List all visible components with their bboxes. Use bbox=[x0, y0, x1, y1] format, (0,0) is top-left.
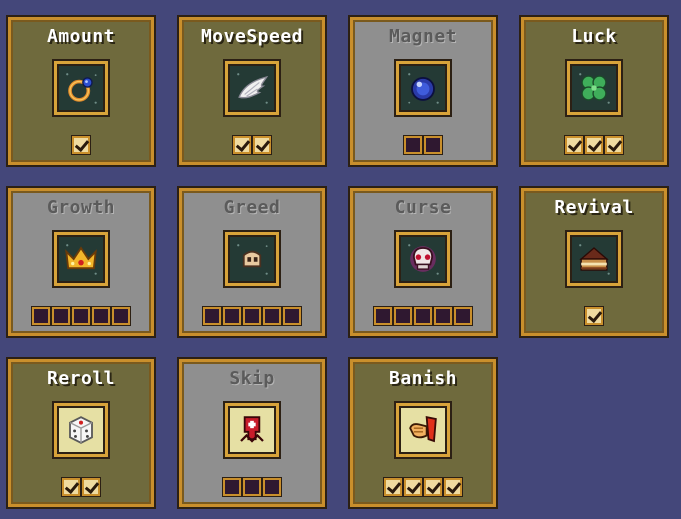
rank-box-empty bbox=[453, 306, 473, 326]
rank-box-empty bbox=[262, 306, 282, 326]
icon-frame bbox=[394, 401, 452, 459]
rank-boxes bbox=[11, 306, 151, 326]
dice-icon bbox=[69, 416, 93, 444]
rank-box-checked bbox=[252, 135, 272, 155]
rank-box-empty bbox=[393, 306, 413, 326]
rank-boxes bbox=[182, 135, 322, 155]
rank-box-checked bbox=[81, 477, 101, 497]
wing-icon bbox=[237, 73, 269, 104]
rank-box-checked bbox=[232, 135, 252, 155]
rank-box-empty bbox=[373, 306, 393, 326]
card-title: Luck bbox=[571, 26, 617, 47]
rank-box-checked bbox=[584, 135, 604, 155]
rank-box-empty bbox=[423, 135, 443, 155]
rank-boxes bbox=[353, 135, 493, 155]
rank-box-checked bbox=[584, 306, 604, 326]
icon-frame bbox=[52, 401, 110, 459]
rank-box-empty bbox=[262, 477, 282, 497]
orb-icon bbox=[408, 73, 439, 104]
card-title: Reroll bbox=[46, 368, 116, 389]
card-title: Magnet bbox=[388, 26, 458, 47]
rank-box-empty bbox=[91, 306, 111, 326]
rank-box-checked bbox=[71, 135, 91, 155]
card-title: Amount bbox=[46, 26, 116, 47]
icon-frame bbox=[394, 59, 452, 117]
icon-frame bbox=[223, 401, 281, 459]
card-curse[interactable]: Curse bbox=[348, 186, 498, 338]
rank-boxes bbox=[182, 306, 322, 326]
rank-box-empty bbox=[242, 477, 262, 497]
card-title: Growth bbox=[46, 197, 116, 218]
card-greed[interactable]: Greed bbox=[177, 186, 327, 338]
rank-box-empty bbox=[51, 306, 71, 326]
ring-icon bbox=[66, 73, 97, 104]
card-luck[interactable]: Luck bbox=[519, 15, 669, 167]
rank-box-checked bbox=[423, 477, 443, 497]
rank-boxes bbox=[182, 477, 322, 497]
rank-boxes bbox=[11, 135, 151, 155]
coin-bag-icon bbox=[237, 244, 268, 275]
rank-box-empty bbox=[71, 306, 91, 326]
card-title: MoveSpeed bbox=[200, 26, 304, 47]
rank-box-empty bbox=[242, 306, 262, 326]
card-banish[interactable]: Banish bbox=[348, 357, 498, 509]
card-reroll[interactable]: Reroll bbox=[6, 357, 156, 509]
card-revival[interactable]: Revival bbox=[519, 186, 669, 338]
rank-boxes bbox=[524, 135, 664, 155]
icon-frame bbox=[565, 59, 623, 117]
icon-frame bbox=[394, 230, 452, 288]
rank-box-empty bbox=[202, 306, 222, 326]
rank-box-empty bbox=[31, 306, 51, 326]
clover-icon bbox=[579, 73, 610, 104]
cake-icon bbox=[579, 244, 610, 275]
icon-frame bbox=[52, 59, 110, 117]
rank-box-checked bbox=[61, 477, 81, 497]
crown-icon bbox=[65, 244, 97, 275]
skull-icon bbox=[408, 244, 439, 275]
rank-box-empty bbox=[111, 306, 131, 326]
icon-frame bbox=[223, 59, 281, 117]
rank-box-empty bbox=[222, 477, 242, 497]
rank-box-checked bbox=[564, 135, 584, 155]
card-magnet[interactable]: Magnet bbox=[348, 15, 498, 167]
card-amount[interactable]: Amount bbox=[6, 15, 156, 167]
card-movespeed[interactable]: MoveSpeed bbox=[177, 15, 327, 167]
banish-hand-icon bbox=[409, 416, 437, 443]
rank-boxes bbox=[524, 306, 664, 326]
icon-frame bbox=[52, 230, 110, 288]
icon-frame bbox=[565, 230, 623, 288]
rank-boxes bbox=[353, 477, 493, 497]
rank-box-empty bbox=[282, 306, 302, 326]
card-title: Banish bbox=[388, 368, 458, 389]
rank-box-checked bbox=[403, 477, 423, 497]
icon-frame bbox=[223, 230, 281, 288]
rank-boxes bbox=[11, 477, 151, 497]
card-title: Revival bbox=[554, 197, 634, 218]
rank-box-checked bbox=[604, 135, 624, 155]
rank-box-empty bbox=[413, 306, 433, 326]
rank-box-checked bbox=[443, 477, 463, 497]
card-skip[interactable]: Skip bbox=[177, 357, 327, 509]
rank-boxes bbox=[353, 306, 493, 326]
card-title: Skip bbox=[229, 368, 275, 389]
card-growth[interactable]: Growth bbox=[6, 186, 156, 338]
rank-box-empty bbox=[403, 135, 423, 155]
skip-arrow-icon bbox=[240, 416, 264, 443]
card-title: Curse bbox=[394, 197, 452, 218]
rank-box-empty bbox=[433, 306, 453, 326]
rank-box-empty bbox=[222, 306, 242, 326]
rank-box-checked bbox=[383, 477, 403, 497]
card-title: Greed bbox=[223, 197, 281, 218]
